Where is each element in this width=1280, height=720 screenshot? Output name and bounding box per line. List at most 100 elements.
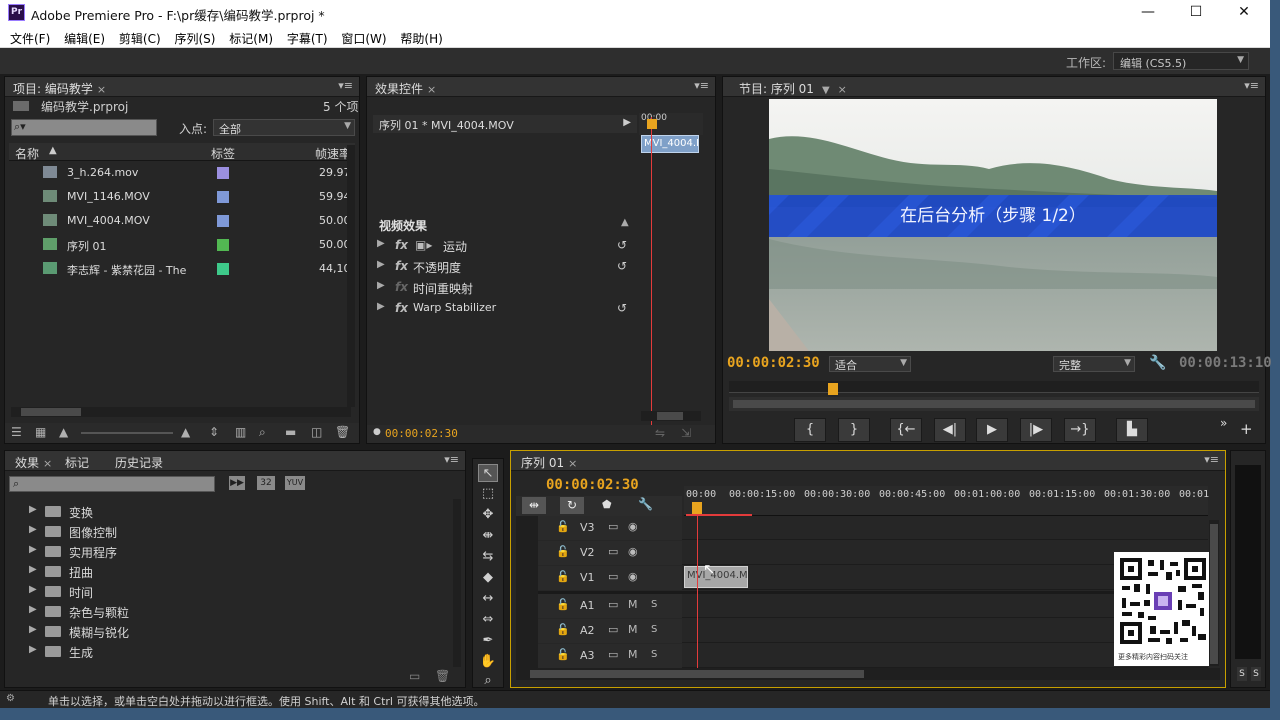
sort-ascending-icon[interactable]: ▲ [49, 145, 57, 156]
reset-icon[interactable]: ↺ [617, 259, 627, 273]
close-icon[interactable]: × [838, 83, 847, 96]
timeline-timecode[interactable]: 00:00:02:30 [546, 477, 639, 493]
label-color-swatch[interactable] [217, 239, 229, 251]
expand-icon[interactable]: ▶ [377, 259, 385, 270]
playhead-handle-icon[interactable] [647, 119, 657, 129]
eye-icon[interactable]: ◉ [628, 570, 638, 583]
solo-button[interactable]: S [651, 624, 657, 635]
solo-left-button[interactable]: S [1237, 667, 1247, 681]
new-bin-icon[interactable]: ▭ [409, 669, 420, 683]
expand-icon[interactable]: ▶ [377, 280, 385, 291]
rolling-edit-tool-icon[interactable]: ⇼ [478, 527, 498, 545]
chevron-down-icon[interactable]: ▼ [822, 85, 830, 96]
program-video-frame[interactable]: 在后台分析（步骤 1/2） [769, 99, 1217, 351]
more-controls-icon[interactable]: » [1220, 416, 1227, 430]
lock-icon[interactable]: 🔓 [556, 545, 570, 558]
menu-file[interactable]: 文件(F) [0, 26, 50, 47]
pen-tool-icon[interactable]: ✒ [478, 632, 498, 650]
menu-window[interactable]: 窗口(W) [331, 26, 386, 47]
panel-menu-icon[interactable]: ▾≡ [444, 453, 459, 466]
effect-motion[interactable]: ▶ fx ▣▸ 运动 ↺ [373, 236, 635, 256]
list-view-icon[interactable]: ☰ [11, 425, 22, 439]
project-item[interactable]: 序列 01 50.00 [15, 233, 353, 257]
timeline-clip[interactable]: MVI_4004.M [684, 566, 748, 588]
sync-icon[interactable]: ▭ [608, 545, 618, 558]
menu-clip[interactable]: 剪辑(C) [109, 26, 161, 47]
menu-edit[interactable]: 编辑(E) [54, 26, 105, 47]
solo-button[interactable]: S [651, 649, 657, 660]
ec-timecode[interactable]: 00:00:02:30 [385, 427, 458, 440]
trash-icon[interactable]: 🗑 [435, 669, 450, 683]
menu-title[interactable]: 字幕(T) [277, 26, 328, 47]
effects-search-input[interactable]: ⌕ [9, 476, 215, 492]
panel-menu-icon[interactable]: ▾≡ [1244, 79, 1259, 92]
lock-icon[interactable]: 🔓 [556, 570, 570, 583]
in-point-dropdown[interactable]: 全部 ▼ [213, 119, 355, 136]
menu-marker[interactable]: 标记(M) [219, 26, 273, 47]
selection-tool-icon[interactable]: ↖ [478, 464, 498, 482]
panel-menu-icon[interactable]: ▾≡ [1204, 453, 1219, 466]
sync-icon[interactable]: ▭ [608, 520, 618, 533]
icon-view-icon[interactable]: ▦ [35, 425, 46, 439]
step-back-button[interactable]: ◀| [934, 418, 966, 442]
project-vscrollbar[interactable] [347, 145, 355, 407]
project-item[interactable]: MVI_4004.MOV 50.00 [15, 209, 353, 233]
project-item[interactable]: 3_h.264.mov 29.97 [15, 161, 353, 185]
ripple-icon[interactable]: ⇋ [655, 426, 665, 440]
add-button-icon[interactable]: + [1240, 420, 1253, 438]
column-label[interactable]: 标签 [211, 145, 235, 162]
fx-icon[interactable]: fx [395, 301, 408, 315]
find-icon[interactable]: ⌕ [259, 425, 266, 440]
go-to-out-button[interactable]: →} [1064, 418, 1096, 442]
maximize-button[interactable]: ☐ [1178, 2, 1214, 24]
project-item[interactable]: MVI_1146.MOV 59.94 [15, 185, 353, 209]
timeline-vscrollbar[interactable] [1209, 520, 1219, 666]
add-marker-icon[interactable]: ⬟ [602, 498, 612, 511]
solo-button[interactable]: S [651, 599, 657, 610]
mark-in-button[interactable]: { [794, 418, 826, 442]
quality-dropdown[interactable]: 完整 ▼ [1053, 356, 1135, 372]
label-color-swatch[interactable] [217, 167, 229, 179]
mute-button[interactable]: M [628, 648, 638, 661]
mark-out-button[interactable]: } [838, 418, 870, 442]
new-bin-icon[interactable]: ▬ [285, 425, 296, 439]
linked-selection-icon[interactable]: ↻ [560, 497, 584, 514]
go-to-in-button[interactable]: {← [890, 418, 922, 442]
sync-icon[interactable]: ▭ [608, 648, 618, 661]
program-zoom-bar[interactable] [729, 397, 1259, 411]
tab-program[interactable]: 节目: 序列 01 ▼ × [739, 80, 847, 97]
play-icon[interactable]: ▶ [623, 117, 631, 128]
program-timecode[interactable]: 00:00:02:30 [727, 355, 820, 371]
rate-stretch-tool-icon[interactable]: ⇆ [478, 548, 498, 566]
video-effects-header[interactable]: 视频效果 ▲ [373, 215, 635, 235]
trash-icon[interactable]: 🗑 [335, 425, 350, 439]
tab-markers[interactable]: 标记 [65, 454, 89, 471]
tab-project[interactable]: 项目: 编码教学 × [13, 80, 106, 97]
expand-icon[interactable]: ▶ [377, 301, 385, 312]
mute-button[interactable]: M [628, 623, 638, 636]
minimize-button[interactable]: — [1130, 2, 1166, 24]
snap-icon[interactable]: ⇹ [522, 497, 546, 514]
zoom-out-icon[interactable]: ▲ [59, 425, 68, 439]
wrench-icon[interactable]: 🔧 [1149, 355, 1166, 371]
sync-icon[interactable]: ▭ [608, 598, 618, 611]
zoom-tool-icon[interactable]: ⌕ [478, 672, 498, 690]
effect-opacity[interactable]: ▶ fx 不透明度 ↺ [373, 257, 635, 277]
fit-dropdown[interactable]: 适合 ▼ [829, 356, 911, 372]
menu-sequence[interactable]: 序列(S) [164, 26, 215, 47]
sync-icon[interactable]: ▭ [608, 623, 618, 636]
ec-mini-clip[interactable]: MVI_4004.M [641, 135, 699, 153]
track-select-tool-icon[interactable]: ⬚ [478, 485, 498, 503]
tab-effect-controls[interactable]: 效果控件 × [375, 80, 436, 97]
workspace-dropdown[interactable]: 编辑 (CS5.5) ▼ [1113, 52, 1249, 70]
eye-icon[interactable]: ◉ [628, 545, 638, 558]
export-icon[interactable]: ⇲ [681, 426, 691, 440]
project-item[interactable]: 李志辉 - 紫禁花园 - The 44,100 [15, 257, 353, 281]
panel-menu-icon[interactable]: ▾≡ [338, 79, 353, 92]
column-name[interactable]: 名称 [15, 145, 39, 162]
effect-warp-stabilizer[interactable]: ▶ fx Warp Stabilizer ↺ [373, 299, 635, 319]
close-button[interactable]: ✕ [1226, 2, 1262, 24]
fx-icon[interactable]: fx [395, 238, 408, 252]
slip-tool-icon[interactable]: ↔ [478, 590, 498, 608]
32bit-effects-icon[interactable]: 32 [257, 476, 275, 490]
